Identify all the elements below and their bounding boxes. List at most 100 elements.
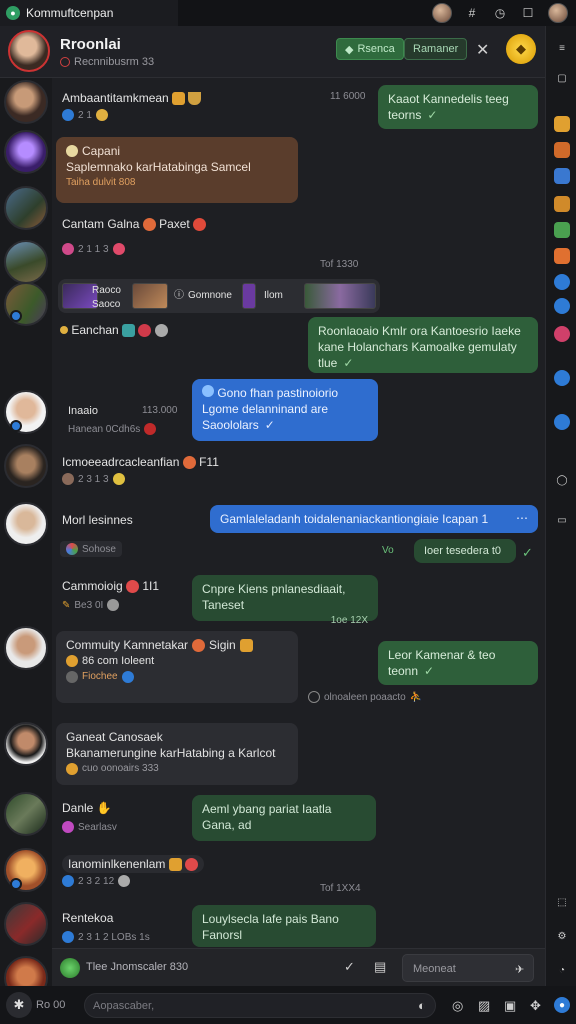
expand-icon[interactable]: ⬚ [554,894,570,910]
clipboard-icon[interactable]: ▣ [504,998,516,1014]
emoji-icon[interactable] [60,958,80,978]
document-icon[interactable]: ▤ [374,959,386,975]
record-icon [154,324,168,338]
face-icon [182,456,196,470]
rail-avatar-9[interactable] [4,626,48,670]
search-input[interactable]: Aopascaber, [84,993,436,1018]
clock-icon[interactable]: ◷ [492,5,508,21]
window-title: Kommuftcenpan [26,6,114,20]
message-input[interactable]: Meoneat ✈ [402,954,534,982]
message-bar-blue[interactable]: Gamlaleladanh toidalenaniackantiongiaie … [210,505,538,533]
hash-icon[interactable]: # [464,5,480,21]
heart-icon [62,243,74,255]
message-list[interactable]: Ambaantitamkmean 2 1 11 6000 Kaaot Kanne… [52,79,545,947]
settings-icon[interactable]: ⚙ [554,928,570,944]
message-meta: 2 1 [62,109,108,121]
user-avatar[interactable] [432,3,452,23]
heart-icon [126,580,140,594]
message-author: Ianominlkenenlam [62,855,205,874]
composer-label: Tlee Jnomscaler 830 [86,961,189,973]
message-meta: Sohose [60,541,122,557]
love-icon [112,243,125,255]
globe-icon[interactable] [554,274,570,290]
rail-avatar-2[interactable] [4,130,48,174]
fire-icon [144,423,157,435]
message-author: Cantam Galna Paxet [62,217,207,232]
close-icon[interactable]: ✕ [476,40,489,60]
folder-outline-icon[interactable]: ▭ [554,512,570,528]
bell-icon[interactable]: ◔ [554,962,570,978]
clock-icon [308,691,320,703]
rail-avatar-4[interactable] [4,240,48,284]
message-author: Rentekoa [62,911,114,925]
camera-icon [107,599,120,611]
gift-icon[interactable] [554,116,570,132]
media-thumb[interactable] [132,283,168,309]
edit-icon[interactable] [554,414,570,430]
rose-icon [138,324,152,338]
shield-icon [188,92,202,106]
status-badge [10,878,22,890]
media-thumb[interactable] [242,283,256,309]
rail-avatar-10[interactable] [4,722,48,766]
puzzle-icon[interactable]: ✥ [530,998,541,1014]
message-bubble-blue[interactable]: Gono fhan pastinoiorio Lgome delanninand… [192,379,378,441]
link-icon[interactable] [554,370,570,386]
rail-avatar-7[interactable] [4,444,48,488]
logo-icon[interactable]: ✱ [6,992,32,1018]
right-toolbar: ≡ ▢ ◯ ▭ ⬚ ⚙ ◔ [545,26,576,986]
reply-bubble[interactable]: Louylsecla Iafe pais Bano Fanorsl [192,905,376,947]
account-icon[interactable]: ● [554,997,570,1013]
face-icon [185,858,199,872]
rail-avatar-8[interactable] [4,502,48,546]
profile-avatar[interactable] [548,3,568,23]
conversation-rail [0,26,52,1000]
chat-avatar[interactable] [8,30,50,72]
square-icon[interactable]: ☐ [520,5,536,21]
check-tool-icon[interactable]: ✓ [344,959,355,975]
chat-header: Rroonlai Recnnibusrm 33 ◆ Rsenca Ramaner… [0,26,545,78]
compass-icon[interactable] [554,298,570,314]
message-meta: 2 3 1 2 LOBs 1s [62,931,150,943]
rail-avatar-13[interactable] [4,902,48,946]
message-author: Inaaio [68,405,98,417]
gold-badge-icon[interactable]: ◆ [506,34,536,64]
message-meta: Searlasv [62,821,117,833]
lightning-icon [62,875,74,887]
rail-avatar-1[interactable] [4,80,48,124]
store-icon[interactable] [554,222,570,238]
message-card[interactable]: Cnpre Kiens pnlanesdiaait, Taneset 1oe 1… [192,575,378,626]
secondary-action-button[interactable]: Ramaner [404,38,468,60]
globe-icon[interactable]: ◎ [452,998,463,1014]
check-icon: ✓ [343,356,354,370]
reply-bubble[interactable]: Leor Kamenar & teo teonn ✓ [378,641,538,685]
media-strip[interactable]: Raoco Saoco ⓘ Gomnone Ilom [58,279,380,313]
circle-icon[interactable]: ◐ [418,998,426,1013]
message-card[interactable]: Capani Saplemnako karHatabinga Samcel Ta… [56,137,298,203]
reply-bubble[interactable]: Aeml ybang pariat Iaatla Gana, ad [192,795,376,841]
media-thumb[interactable] [304,283,376,309]
chat-icon[interactable] [554,248,570,264]
fish-icon [122,324,136,338]
badge-icon[interactable] [554,142,570,158]
square-icon[interactable]: ▢ [554,70,570,86]
reply-bubble[interactable]: Ioer tesedera t0 [414,539,516,563]
heart-icon[interactable] [554,326,570,342]
trophy-icon [168,858,182,872]
folder-icon[interactable] [554,196,570,212]
dot-icon [60,326,68,334]
power-icon[interactable]: ◯ [554,472,570,488]
image-icon[interactable]: ▨ [478,998,490,1014]
coin-icon [95,109,108,121]
message-card[interactable]: Commuity Kamnetakar Sigin 86 com Ioleent… [56,631,298,703]
message-card[interactable]: Ganeat Canosaek Bkanamerungine karHatabi… [56,723,298,785]
menu-icon[interactable]: ≡ [554,40,570,56]
rail-avatar-11[interactable] [4,792,48,836]
rail-avatar-3[interactable] [4,186,48,230]
reply-bubble[interactable]: Roonlaoaio Kmlr ora Kantoesrio Iaeke kan… [308,317,538,373]
app-tab[interactable]: ● Kommuftcenpan [0,0,178,26]
more-icon: ⋯ [516,511,528,525]
reply-bubble[interactable]: Kaaot Kannedelis teeg teorns ✓ [378,85,538,129]
info-icon[interactable] [554,168,570,184]
primary-action-button[interactable]: ◆ Rsenca [336,38,404,60]
